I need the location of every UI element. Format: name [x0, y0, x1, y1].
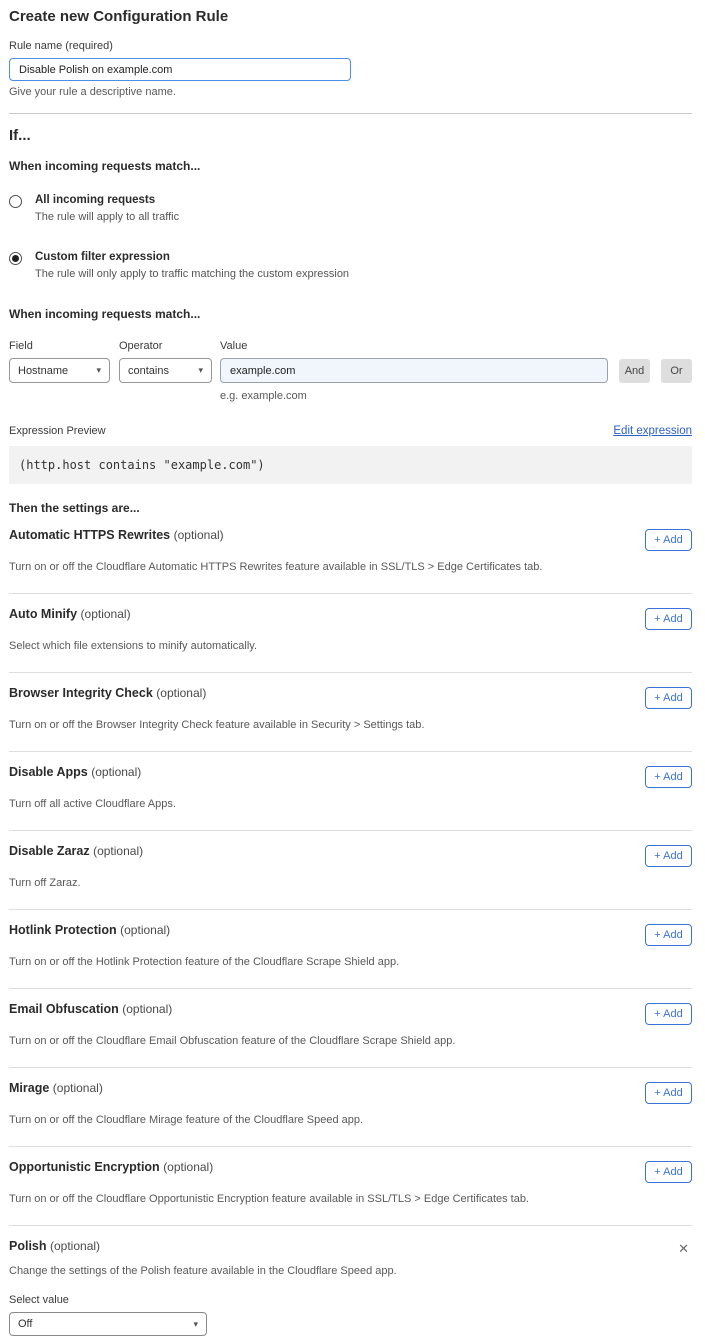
setting-section: Automatic HTTPS Rewrites (optional) + Ad…	[9, 515, 692, 594]
setting-title: Browser Integrity Check	[9, 686, 153, 700]
radio-option-label: All incoming requests	[35, 194, 179, 206]
setting-title: Polish	[9, 1239, 47, 1253]
incoming-requests-match-heading: When incoming requests match...	[9, 159, 692, 173]
settings-heading: Then the settings are...	[9, 501, 692, 515]
add-button[interactable]: + Add	[645, 766, 692, 788]
add-button[interactable]: + Add	[645, 845, 692, 867]
setting-optional-suffix: (optional)	[174, 528, 224, 542]
expression-builder-row: Hostname ▾ contains ▾ And Or	[9, 358, 692, 383]
expression-preview-header: Expression Preview Edit expression	[9, 425, 692, 437]
setting-description: Turn on or off the Cloudflare Email Obfu…	[9, 1035, 692, 1047]
add-button[interactable]: + Add	[645, 924, 692, 946]
create-configuration-rule-page: Create new Configuration Rule Rule name …	[0, 0, 705, 1305]
setting-title: Automatic HTTPS Rewrites	[9, 528, 170, 542]
add-button[interactable]: + Add	[645, 1082, 692, 1104]
radio-option-description: The rule will apply to all traffic	[35, 211, 179, 223]
settings-list: Automatic HTTPS Rewrites (optional) + Ad…	[9, 515, 692, 1226]
and-button[interactable]: And	[619, 359, 650, 383]
setting-title: Disable Zaraz	[9, 844, 90, 858]
setting-optional-suffix: (optional)	[163, 1160, 213, 1174]
setting-description: Change the settings of the Polish featur…	[9, 1265, 692, 1277]
setting-description: Turn off all active Cloudflare Apps.	[9, 798, 692, 810]
setting-section: Browser Integrity Check (optional) + Add…	[9, 673, 692, 752]
radio-custom-filter-expression[interactable]	[9, 252, 22, 265]
setting-section: Hotlink Protection (optional) + Add Turn…	[9, 910, 692, 989]
radio-all-incoming-requests[interactable]	[9, 195, 22, 208]
chevron-down-icon: ▾	[193, 1320, 198, 1329]
page-title: Create new Configuration Rule	[9, 8, 692, 25]
setting-section: Mirage (optional) + Add Turn on or off t…	[9, 1068, 692, 1147]
expression-preview-label: Expression Preview	[9, 425, 106, 437]
rule-name-group: Rule name (required) Give your rule a de…	[9, 40, 692, 98]
radio-option-label: Custom filter expression	[35, 251, 349, 263]
add-button[interactable]: + Add	[645, 1003, 692, 1025]
setting-title: Mirage	[9, 1081, 49, 1095]
operator-select-value: contains	[128, 365, 169, 377]
radio-option-custom-filter-expression[interactable]: Custom filter expression The rule will o…	[9, 251, 692, 280]
setting-title: Opportunistic Encryption	[9, 1160, 160, 1174]
setting-title: Auto Minify	[9, 607, 77, 621]
setting-title: Email Obfuscation	[9, 1002, 119, 1016]
setting-section-polish: Polish (optional) ✕ Change the settings …	[9, 1226, 692, 1305]
setting-optional-suffix: (optional)	[156, 686, 206, 700]
expression-builder-heading: When incoming requests match...	[9, 307, 692, 321]
add-button[interactable]: + Add	[645, 529, 692, 551]
setting-section: Disable Zaraz (optional) + Add Turn off …	[9, 831, 692, 910]
value-input[interactable]	[220, 358, 608, 383]
section-divider	[9, 113, 692, 114]
value-label: Value	[220, 340, 247, 352]
setting-section: Auto Minify (optional) + Add Select whic…	[9, 594, 692, 673]
setting-section: Email Obfuscation (optional) + Add Turn …	[9, 989, 692, 1068]
setting-title: Hotlink Protection	[9, 923, 117, 937]
add-button[interactable]: + Add	[645, 687, 692, 709]
chevron-down-icon: ▾	[96, 366, 101, 375]
value-helper: e.g. example.com	[220, 390, 692, 402]
operator-label: Operator	[119, 340, 220, 352]
radio-option-description: The rule will only apply to traffic matc…	[35, 268, 349, 280]
setting-optional-suffix: (optional)	[81, 607, 131, 621]
setting-optional-suffix: (optional)	[53, 1081, 103, 1095]
close-icon[interactable]: ✕	[678, 1242, 689, 1255]
field-select[interactable]: Hostname ▾	[9, 358, 110, 383]
setting-description: Turn on or off the Cloudflare Automatic …	[9, 561, 692, 573]
expression-preview-code: (http.host contains "example.com")	[9, 446, 692, 484]
radio-option-all-incoming-requests[interactable]: All incoming requests The rule will appl…	[9, 194, 692, 223]
setting-description: Turn on or off the Browser Integrity Che…	[9, 719, 692, 731]
field-label: Field	[9, 340, 119, 352]
edit-expression-link[interactable]: Edit expression	[613, 425, 692, 437]
setting-section: Disable Apps (optional) + Add Turn off a…	[9, 752, 692, 831]
expression-builder-labels: Field Operator Value	[9, 340, 692, 352]
or-button[interactable]: Or	[661, 359, 692, 383]
field-select-value: Hostname	[18, 365, 68, 377]
setting-description: Turn on or off the Hotlink Protection fe…	[9, 956, 692, 968]
add-button[interactable]: + Add	[645, 608, 692, 630]
rule-name-label: Rule name (required)	[9, 40, 692, 52]
setting-description: Turn off Zaraz.	[9, 877, 692, 889]
setting-optional-suffix: (optional)	[50, 1239, 100, 1253]
setting-optional-suffix: (optional)	[91, 765, 141, 779]
add-button[interactable]: + Add	[645, 1161, 692, 1183]
setting-optional-suffix: (optional)	[120, 923, 170, 937]
setting-optional-suffix: (optional)	[93, 844, 143, 858]
setting-section: Opportunistic Encryption (optional) + Ad…	[9, 1147, 692, 1226]
setting-description: Turn on or off the Cloudflare Mirage fea…	[9, 1114, 692, 1126]
setting-description: Select which file extensions to minify a…	[9, 640, 692, 652]
setting-description: Turn on or off the Cloudflare Opportunis…	[9, 1193, 692, 1205]
chevron-down-icon: ▾	[198, 366, 203, 375]
select-value-label: Select value	[9, 1294, 692, 1306]
if-heading: If...	[9, 127, 692, 144]
polish-select-value: Off	[18, 1318, 32, 1330]
operator-select[interactable]: contains ▾	[119, 358, 212, 383]
rule-name-helper: Give your rule a descriptive name.	[9, 86, 692, 98]
setting-title: Disable Apps	[9, 765, 88, 779]
polish-value-select[interactable]: Off ▾	[9, 1312, 207, 1336]
rule-name-input[interactable]	[9, 58, 351, 81]
setting-optional-suffix: (optional)	[122, 1002, 172, 1016]
